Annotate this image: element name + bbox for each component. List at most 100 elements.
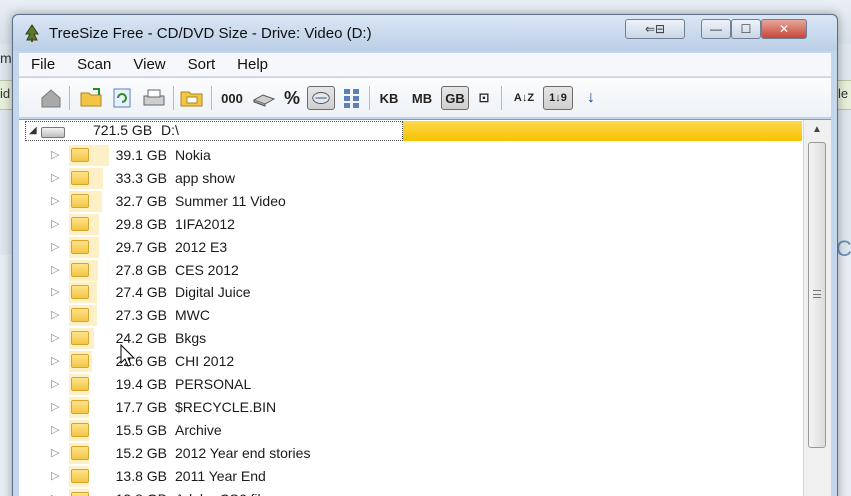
percent-icon[interactable]: % [281, 86, 303, 110]
tree-row[interactable]: ▷ 27.4 GB Digital Juice [19, 281, 802, 304]
treesize-app-icon[interactable] [23, 24, 41, 42]
tree-row[interactable]: ▷ 27.8 GB CES 2012 [19, 259, 802, 282]
folder-name: Summer 11 Video [175, 192, 286, 209]
window-title: TreeSize Free - CD/DVD Size - Drive: Vid… [49, 25, 372, 42]
maximize-button[interactable]: ☐ [731, 19, 761, 39]
tree-row[interactable]: ▷ 13.8 GB 2011 Year End [19, 465, 802, 488]
root-size: 721.5 GB [93, 122, 153, 138]
drive-icon [41, 127, 65, 138]
tree-row[interactable]: ▷ 24.2 GB Bkgs [19, 327, 802, 350]
folder-tree[interactable]: ◢ 721.5 GB D:\ ▷ 39.1 GB Nokia ▷ 33.3 GB app … [19, 119, 831, 496]
menu-help[interactable]: Help [225, 56, 278, 73]
folder-browse-icon[interactable] [179, 86, 205, 110]
scroll-up-arrow-icon[interactable]: ▲ [812, 124, 822, 135]
print-icon[interactable] [141, 86, 167, 110]
refresh-icon[interactable] [111, 86, 133, 110]
grid-icon[interactable] [341, 86, 363, 110]
expand-arrow-icon[interactable]: ▷ [51, 331, 59, 344]
folder-name: app show [175, 169, 235, 186]
folder-size: 15.2 GB [115, 444, 167, 461]
folder-size: 39.1 GB [115, 147, 167, 163]
tree-row[interactable]: ▷ 29.8 GB 1IFA2012 [19, 213, 802, 236]
expand-arrow-icon[interactable]: ▷ [51, 469, 59, 482]
minimize-button[interactable]: — [701, 19, 731, 39]
tree-row[interactable]: ▷ 22.6 GB CHI 2012 [19, 350, 802, 373]
window-extra-button[interactable]: ⇐⊟ [625, 19, 685, 39]
disk-icon[interactable] [251, 86, 277, 110]
gb-button[interactable]: GB [441, 86, 469, 110]
vertical-scrollbar[interactable]: ▲ [803, 120, 831, 496]
expand-arrow-icon[interactable]: ▷ [51, 285, 59, 298]
expand-arrow-icon[interactable]: ▷ [51, 217, 59, 230]
tree-row[interactable]: ▷ 19.4 GB PERSONAL [19, 373, 802, 396]
folder-name: 1IFA2012 [175, 215, 235, 232]
menu-file[interactable]: File [19, 56, 65, 73]
background-left-text: m [0, 50, 12, 66]
sort-size-icon[interactable]: 1↓9 [543, 86, 573, 110]
close-button[interactable]: ✕ [761, 19, 807, 39]
expand-arrow-icon[interactable]: ▷ [51, 446, 59, 459]
expand-arrow-icon[interactable]: ▷ [51, 400, 59, 413]
toolbar-separator [211, 86, 212, 110]
folder-icon [71, 331, 89, 346]
folder-icon [71, 422, 89, 437]
folder-size: 32.7 GB [115, 192, 167, 209]
tree-row[interactable]: ▷ 39.1 GB Nokia [19, 144, 802, 167]
folder-icon [71, 170, 89, 185]
folder-size: 27.8 GB [115, 261, 167, 278]
expand-icon[interactable]: ⊡ [473, 86, 495, 110]
expand-arrow-icon[interactable]: ▷ [51, 240, 59, 253]
folder-size: 17.7 GB [115, 398, 167, 415]
tree-root-row[interactable]: ◢ 721.5 GB D:\ [19, 120, 802, 142]
arrow-down-icon[interactable]: ↓ [581, 86, 601, 110]
tree-row[interactable]: ▷ 29.7 GB 2012 E3 [19, 236, 802, 259]
folder-size: 27.4 GB [115, 284, 167, 301]
expand-arrow-icon[interactable]: ▷ [51, 377, 59, 390]
open-folder-icon[interactable] [79, 86, 105, 110]
folder-size: 29.8 GB [115, 215, 167, 232]
sort-az-icon[interactable]: A↓Z [509, 86, 539, 110]
expand-arrow-icon[interactable]: ▷ [51, 423, 59, 436]
menu-view[interactable]: View [121, 56, 175, 73]
scrollbar-thumb[interactable] [808, 142, 826, 448]
mb-button[interactable]: MB [407, 86, 437, 110]
folder-icon [71, 399, 89, 414]
expand-arrow-icon[interactable]: ▷ [51, 171, 59, 184]
mouse-cursor-icon [120, 344, 136, 367]
tree-row[interactable]: ▷ 33.3 GB app show [19, 167, 802, 190]
toolbar: 000 % KB MB GB ⊡ A↓Z 1↓9 ↓ [19, 78, 831, 118]
root-selection [25, 121, 403, 141]
treesize-window: TreeSize Free - CD/DVD Size - Drive: Vid… [12, 14, 838, 496]
expand-arrow-icon[interactable]: ▷ [51, 354, 59, 367]
menu-scan[interactable]: Scan [65, 56, 121, 73]
expand-arrow-icon[interactable]: ▷ [51, 492, 59, 496]
expand-arrow-icon[interactable]: ▷ [51, 263, 59, 276]
folder-name: MWC [175, 307, 210, 324]
expand-arrow-icon[interactable]: ▷ [51, 308, 59, 321]
home-icon[interactable] [39, 86, 63, 110]
scrollbar-grip [813, 290, 821, 298]
folder-icon [71, 285, 89, 300]
tree-row[interactable]: ▷ 15.2 GB 2012 Year end stories [19, 442, 802, 465]
tree-row[interactable]: ▷ 13.8 GB Adobe CS6 files [19, 488, 802, 496]
expand-arrow-icon[interactable]: ▷ [51, 148, 59, 161]
folder-size: 19.4 GB [115, 376, 167, 392]
menu-sort[interactable]: Sort [176, 56, 226, 73]
tree-row[interactable]: ▷ 32.7 GB Summer 11 Video [19, 190, 802, 213]
tree-row[interactable]: ▷ 15.5 GB Archive [19, 419, 802, 442]
size-view-icon[interactable] [307, 86, 335, 110]
folder-name: 2011 Year End [175, 467, 266, 484]
tree-row[interactable]: ▷ 17.7 GB $RECYCLE.BIN [19, 396, 802, 419]
expand-arrow-icon[interactable]: ▷ [51, 194, 59, 207]
tree-row[interactable]: ▷ 27.3 GB MWC [19, 304, 802, 327]
collapse-arrow-icon[interactable]: ◢ [29, 125, 37, 136]
folder-name: Digital Juice [175, 284, 251, 301]
folder-icon [71, 216, 89, 231]
folder-size: 33.3 GB [115, 169, 167, 186]
folder-name: 2012 E3 [175, 238, 228, 255]
kb-button[interactable]: KB [375, 86, 403, 110]
zeros-icon[interactable]: 000 [217, 86, 247, 110]
folder-name: $RECYCLE.BIN [175, 398, 277, 415]
title-bar[interactable]: TreeSize Free - CD/DVD Size - Drive: Vid… [13, 15, 837, 51]
toolbar-separator [369, 86, 370, 110]
